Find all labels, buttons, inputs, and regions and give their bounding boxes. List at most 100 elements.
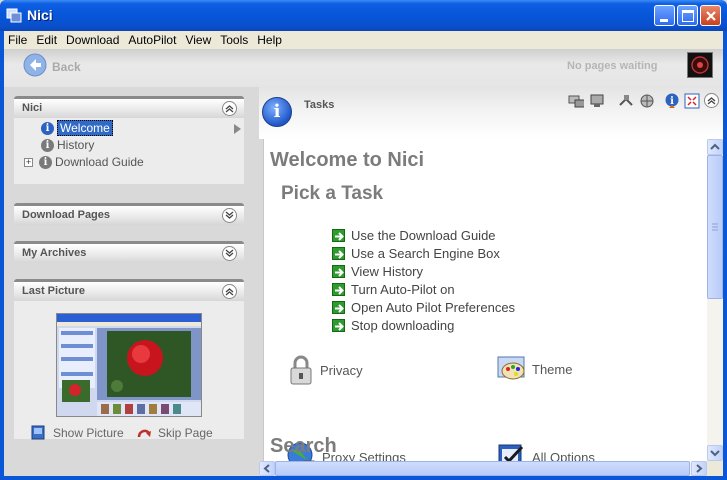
green-arrow-icon xyxy=(332,300,345,314)
task-search-engine-box[interactable]: Use a Search Engine Box xyxy=(332,245,500,261)
close-button[interactable] xyxy=(700,5,721,26)
search-heading: Search xyxy=(270,435,337,457)
expand-chevron-icon[interactable] xyxy=(222,246,237,261)
checklist-icon xyxy=(498,444,524,461)
horizontal-scrollbar[interactable] xyxy=(259,461,707,476)
nici-panel-title: Nici xyxy=(22,102,43,114)
all-options-option[interactable]: All Options xyxy=(496,441,595,461)
app-icon xyxy=(6,8,22,23)
task-autopilot-on[interactable]: Turn Auto-Pilot on xyxy=(332,281,455,297)
task-label: Stop downloading xyxy=(351,317,455,333)
minimize-button[interactable] xyxy=(654,5,675,26)
menu-view[interactable]: View xyxy=(181,33,216,47)
menu-bar: File Edit Download AutoPilot View Tools … xyxy=(4,31,723,49)
privacy-label: Privacy xyxy=(320,362,363,378)
scroll-thumb[interactable] xyxy=(707,155,723,299)
horizontal-scroll-thumb[interactable] xyxy=(275,461,690,476)
picture-icon xyxy=(31,425,45,440)
tasks-header: i Tasks i xyxy=(259,87,723,139)
green-arrow-icon xyxy=(332,246,345,260)
collapse-icon[interactable] xyxy=(222,284,237,299)
show-picture-button[interactable]: Show Picture xyxy=(30,425,124,441)
nici-panel-header[interactable]: Nici xyxy=(14,96,244,118)
globe-sync-icon[interactable] xyxy=(638,93,654,109)
task-label: Open Auto Pilot Preferences xyxy=(351,299,516,315)
vertical-scrollbar[interactable] xyxy=(707,139,723,461)
all-options-label: All Options xyxy=(532,449,595,462)
download-pages-title: Download Pages xyxy=(22,209,111,221)
privacy-option[interactable]: Privacy xyxy=(286,353,363,387)
collapse-icon[interactable] xyxy=(222,101,237,116)
maximize-button[interactable] xyxy=(677,5,698,26)
my-archives-header[interactable]: My Archives xyxy=(14,241,244,263)
theme-label: Theme xyxy=(532,361,573,377)
scroll-left-button[interactable] xyxy=(259,461,275,476)
padlock-icon xyxy=(290,355,312,385)
info-icon: i xyxy=(262,97,292,127)
info-small-icon[interactable]: i xyxy=(664,93,680,109)
green-arrow-icon xyxy=(332,264,345,278)
monitor-connect-icon[interactable] xyxy=(568,93,584,109)
back-button[interactable]: Back xyxy=(52,60,81,74)
menu-help[interactable]: Help xyxy=(253,33,287,47)
download-pages-header[interactable]: Download Pages xyxy=(14,203,244,225)
menu-tools[interactable]: Tools xyxy=(216,33,253,47)
menu-download[interactable]: Download xyxy=(62,33,124,47)
welcome-heading: Welcome to Nici xyxy=(270,149,425,171)
satellite-icon[interactable] xyxy=(618,93,634,109)
pick-task-heading: Pick a Task xyxy=(281,183,384,204)
network-icon[interactable] xyxy=(589,93,605,109)
pages-waiting-status: No pages waiting xyxy=(567,60,658,72)
scroll-up-button[interactable] xyxy=(707,139,723,155)
nici-panel-body: i Welcome i History + i Download Guide xyxy=(14,118,244,184)
task-label: Turn Auto-Pilot on xyxy=(351,281,455,297)
task-label: Use the Download Guide xyxy=(351,227,496,243)
client-area: Back No pages waiting Nici i Welcome i H… xyxy=(4,49,723,476)
skip-page-button[interactable]: Skip Page xyxy=(136,425,213,441)
chevron-right-icon xyxy=(234,124,241,134)
scroll-down-button[interactable] xyxy=(707,445,723,461)
last-picture-thumbnail[interactable] xyxy=(56,313,202,417)
last-picture-title: Last Picture xyxy=(22,285,85,297)
show-picture-label: Show Picture xyxy=(53,426,124,440)
green-arrow-icon xyxy=(332,228,345,242)
tree-item-label: History xyxy=(57,138,95,152)
green-arrow-icon xyxy=(332,282,345,296)
task-stop-downloading[interactable]: Stop downloading xyxy=(332,317,454,333)
task-view-history[interactable]: View History xyxy=(332,263,423,279)
skip-page-label: Skip Page xyxy=(158,426,213,440)
last-picture-body: Show Picture Skip Page xyxy=(14,301,244,441)
toolbar: Back No pages waiting xyxy=(4,49,723,87)
expand-icon[interactable]: + xyxy=(24,157,33,167)
expand-chevron-icon[interactable] xyxy=(222,208,237,223)
title-bar[interactable]: Nici xyxy=(0,0,727,31)
info-icon: i xyxy=(39,155,52,169)
green-arrow-icon xyxy=(332,318,345,332)
fullscreen-icon[interactable] xyxy=(684,93,700,109)
tree-item-download-guide[interactable]: + i Download Guide xyxy=(24,154,144,170)
my-archives-title: My Archives xyxy=(22,247,87,259)
task-download-guide[interactable]: Use the Download Guide xyxy=(332,227,496,243)
menu-autopilot[interactable]: AutoPilot xyxy=(124,33,181,47)
last-picture-header[interactable]: Last Picture xyxy=(14,279,244,301)
info-icon: i xyxy=(41,121,54,135)
tree-item-welcome[interactable]: i Welcome xyxy=(41,120,113,136)
nici-logo-icon xyxy=(687,52,713,78)
back-arrow-icon[interactable] xyxy=(23,53,47,77)
tree-item-history[interactable]: i History xyxy=(41,137,94,153)
welcome-content: Welcome to Nici Pick a Task Use the Down… xyxy=(263,139,707,461)
menu-file[interactable]: File xyxy=(4,33,32,47)
tree-item-label: Welcome xyxy=(57,120,113,136)
tasks-title: Tasks xyxy=(304,99,335,111)
window-title: Nici xyxy=(27,7,53,23)
app-window: Nici File Edit Download AutoPilot View T… xyxy=(0,0,727,480)
scroll-right-button[interactable] xyxy=(691,461,707,476)
menu-edit[interactable]: Edit xyxy=(32,33,62,47)
task-autopilot-preferences[interactable]: Open Auto Pilot Preferences xyxy=(332,299,515,315)
collapse-icon[interactable] xyxy=(704,93,720,109)
info-icon: i xyxy=(41,138,54,152)
scrollbar-corner xyxy=(707,461,723,476)
theme-option[interactable]: Theme xyxy=(496,353,572,385)
task-label: Use a Search Engine Box xyxy=(351,245,500,261)
skip-arrow-icon xyxy=(137,429,151,438)
